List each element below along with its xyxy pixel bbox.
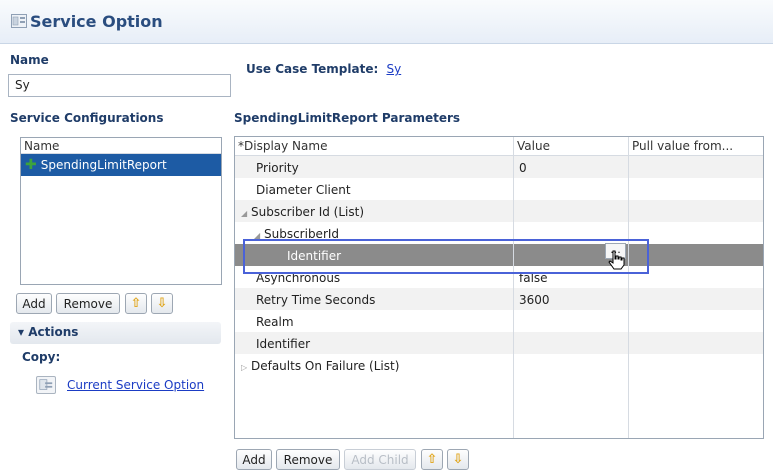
copy-label: Copy: bbox=[22, 350, 61, 364]
column-header-pull-value-from: Pull value from... bbox=[632, 139, 734, 153]
actions-section-toggle[interactable]: ▾ Actions bbox=[10, 322, 221, 344]
add-child-button[interactable]: Add Child bbox=[344, 449, 416, 470]
table-header: *Display Name Value Pull value from... bbox=[235, 137, 763, 156]
row-name-text: Subscriber Id (List) bbox=[250, 205, 364, 219]
row-name: Retry Time Seconds bbox=[256, 293, 376, 307]
table-row[interactable]: ▷ Defaults On Failure (List) bbox=[235, 354, 763, 376]
param-move-down-button[interactable]: ⇩ bbox=[447, 449, 469, 470]
service-configurations-label: Service Configurations bbox=[10, 111, 164, 125]
move-up-button[interactable]: ⇧ bbox=[125, 293, 147, 314]
row-name: ▷ Defaults On Failure (List) bbox=[241, 359, 399, 373]
column-divider bbox=[513, 137, 514, 438]
column-header-value: Value bbox=[517, 139, 550, 153]
selection-highlight-box bbox=[243, 239, 649, 274]
use-case-template-link[interactable]: Sy bbox=[386, 62, 401, 76]
section-header: Service Option bbox=[0, 0, 773, 44]
row-value: 0 bbox=[519, 161, 527, 175]
table-row[interactable]: Realm bbox=[235, 310, 763, 332]
row-name: Identifier bbox=[256, 337, 311, 351]
copy-current-service-option-link[interactable]: Current Service Option bbox=[67, 378, 204, 392]
remove-configuration-button[interactable]: Remove bbox=[56, 293, 120, 314]
add-parameter-button[interactable]: Add bbox=[236, 449, 272, 470]
column-divider bbox=[628, 137, 629, 438]
table-row[interactable]: Retry Time Seconds 3600 bbox=[235, 288, 763, 310]
column-header-display-name: *Display Name bbox=[238, 139, 328, 153]
row-value: 3600 bbox=[519, 293, 550, 307]
page-title: Service Option bbox=[30, 12, 163, 31]
parameters-title: SpendingLimitReport Parameters bbox=[234, 111, 461, 125]
arrow-up-icon: ⇧ bbox=[426, 452, 438, 467]
parameters-table[interactable]: Priority 0 Diameter Client ◢ Subscriber … bbox=[234, 136, 764, 439]
expand-triangle-icon[interactable]: ▷ bbox=[241, 363, 247, 372]
actions-title: ▾ Actions bbox=[18, 325, 79, 339]
list-item-label: SpendingLimitReport bbox=[40, 158, 167, 172]
actions-title-text: Actions bbox=[28, 325, 79, 339]
hand-cursor-icon bbox=[608, 250, 625, 270]
list-column-header: Name bbox=[21, 138, 221, 154]
row-name: Realm bbox=[256, 315, 294, 329]
table-row[interactable]: Identifier bbox=[235, 332, 763, 354]
arrow-up-icon: ⇧ bbox=[130, 296, 142, 311]
arrow-down-icon: ⇩ bbox=[156, 296, 168, 311]
arrow-down-icon: ⇩ bbox=[452, 452, 464, 467]
table-row[interactable]: Priority 0 bbox=[235, 156, 763, 178]
service-option-icon bbox=[11, 14, 27, 28]
param-move-up-button[interactable]: ⇧ bbox=[421, 449, 443, 470]
row-name-text: Defaults On Failure (List) bbox=[250, 359, 400, 373]
service-configurations-list[interactable]: Name ✚ SpendingLimitReport bbox=[20, 137, 222, 285]
row-name: Diameter Client bbox=[256, 183, 351, 197]
name-label: Name bbox=[10, 53, 49, 67]
list-item[interactable]: ✚ SpendingLimitReport bbox=[21, 154, 221, 176]
add-configuration-button[interactable]: Add bbox=[16, 293, 52, 314]
move-down-button[interactable]: ⇩ bbox=[151, 293, 173, 314]
row-name: Priority bbox=[256, 161, 299, 175]
remove-parameter-button[interactable]: Remove bbox=[276, 449, 340, 470]
table-row[interactable]: Diameter Client bbox=[235, 178, 763, 200]
use-case-template-label: Use Case Template: Sy bbox=[246, 62, 401, 76]
copy-icon bbox=[36, 376, 56, 394]
name-field[interactable]: Sy bbox=[8, 74, 231, 97]
use-case-template-text: Use Case Template: bbox=[246, 62, 379, 76]
table-row[interactable]: ◢ Subscriber Id (List) bbox=[235, 200, 763, 222]
collapse-triangle-icon[interactable]: ◢ bbox=[241, 209, 247, 218]
plus-icon: ✚ bbox=[25, 157, 37, 173]
row-name: ◢ Subscriber Id (List) bbox=[241, 205, 364, 219]
